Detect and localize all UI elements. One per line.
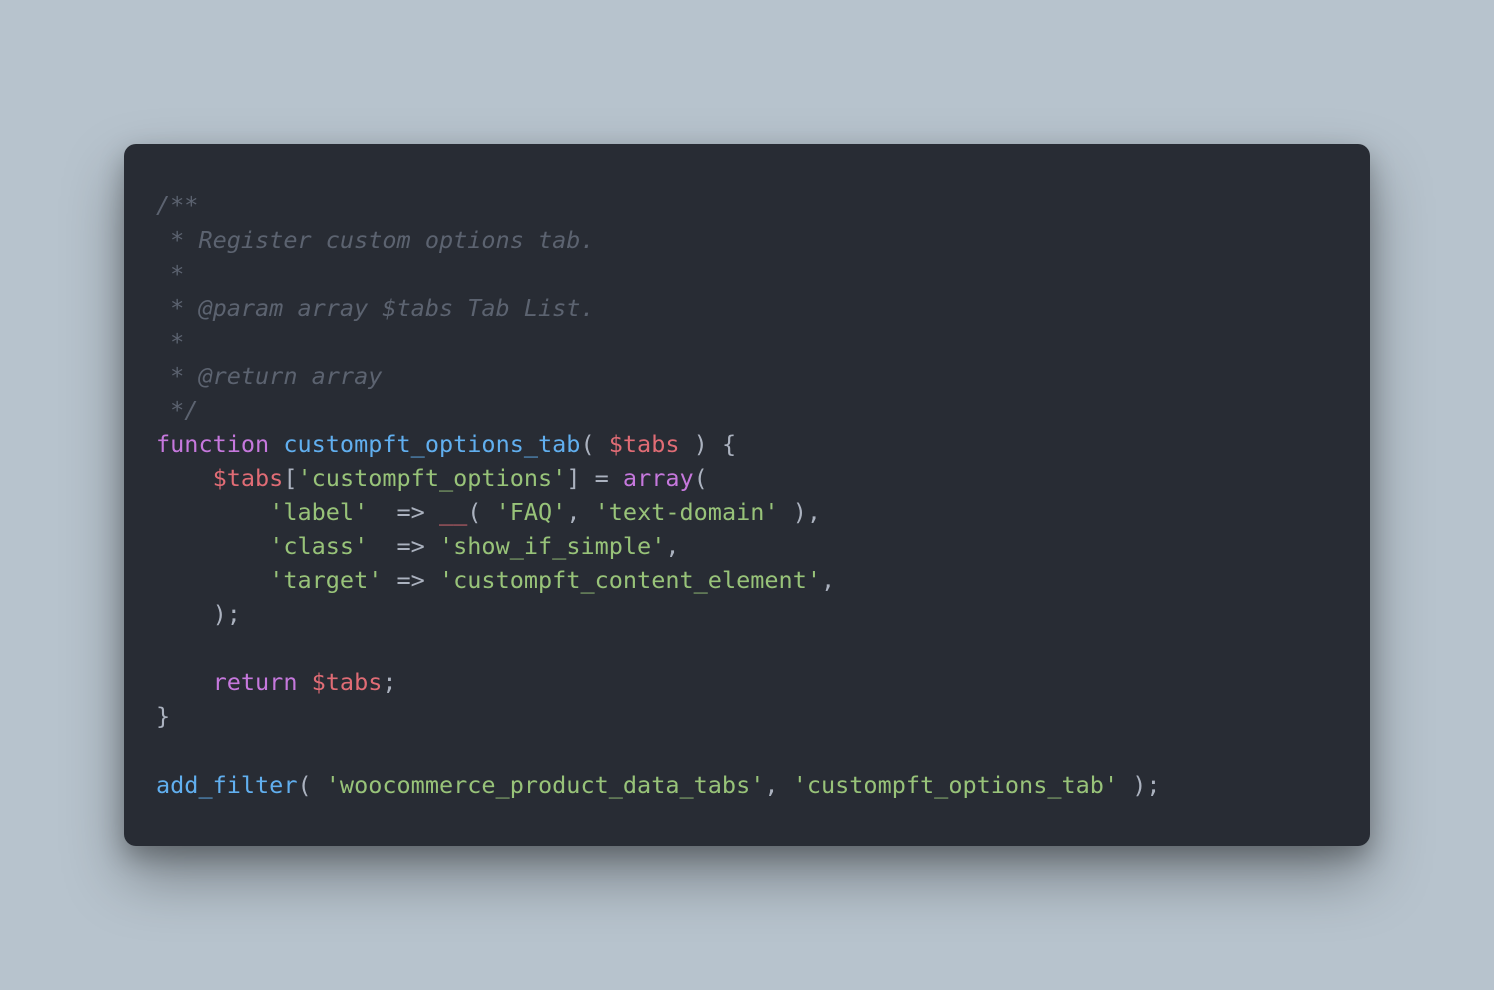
function-name: custompft_options_tab [283, 430, 580, 458]
string-key: 'custompft_options' [298, 464, 567, 492]
indent [156, 532, 269, 560]
punct: ] = [566, 464, 623, 492]
code-block: /** * Register custom options tab. * * @… [156, 188, 1338, 801]
punct: [ [283, 464, 297, 492]
punct: ), [779, 498, 821, 526]
pad [368, 498, 396, 526]
punct: ( [580, 430, 608, 458]
punct: ( [467, 498, 495, 526]
space [297, 668, 311, 696]
string-faq: 'FAQ' [496, 498, 567, 526]
comment-line: /** [156, 191, 198, 219]
close-array: ); [156, 600, 241, 628]
punct: , [764, 771, 792, 799]
string-callback: 'custompft_options_tab' [793, 771, 1118, 799]
comment-line: * [156, 328, 184, 356]
string-label-key: 'label' [269, 498, 368, 526]
string-showif: 'show_if_simple' [439, 532, 665, 560]
function-addfilter: add_filter [156, 771, 297, 799]
string-target-key: 'target' [269, 566, 382, 594]
keyword-function: function [156, 430, 269, 458]
punct: , [566, 498, 594, 526]
comment-line: * Register custom options tab. [156, 226, 595, 254]
space [425, 566, 439, 594]
function-underscore: __ [439, 498, 467, 526]
string-textdomain: 'text-domain' [595, 498, 779, 526]
punct: ( [297, 771, 325, 799]
space [425, 498, 439, 526]
indent [156, 498, 269, 526]
comment-line: * @return array [156, 362, 382, 390]
punct: , [821, 566, 835, 594]
variable-tabs: $tabs [312, 668, 383, 696]
punct: ) { [680, 430, 737, 458]
code-snippet-card: /** * Register custom options tab. * * @… [124, 144, 1370, 845]
pad [368, 532, 396, 560]
keyword-return: return [213, 668, 298, 696]
string-hook: 'woocommerce_product_data_tabs' [326, 771, 765, 799]
indent [156, 464, 213, 492]
keyword-array: array [623, 464, 694, 492]
comment-line: * @param array $tabs Tab List. [156, 294, 595, 322]
punct: ); [1118, 771, 1160, 799]
arrow-operator: => [397, 498, 425, 526]
indent [156, 566, 269, 594]
close-brace: } [156, 702, 170, 730]
punct: ( [694, 464, 708, 492]
punct: , [665, 532, 679, 560]
punct: ; [382, 668, 396, 696]
variable-tabs: $tabs [609, 430, 680, 458]
comment-line: */ [156, 396, 198, 424]
string-class-key: 'class' [269, 532, 368, 560]
indent [156, 668, 213, 696]
string-content-element: 'custompft_content_element' [439, 566, 821, 594]
comment-line: * [156, 260, 184, 288]
pad [382, 566, 396, 594]
variable-tabs: $tabs [213, 464, 284, 492]
space [425, 532, 439, 560]
arrow-operator: => [397, 532, 425, 560]
arrow-operator: => [397, 566, 425, 594]
